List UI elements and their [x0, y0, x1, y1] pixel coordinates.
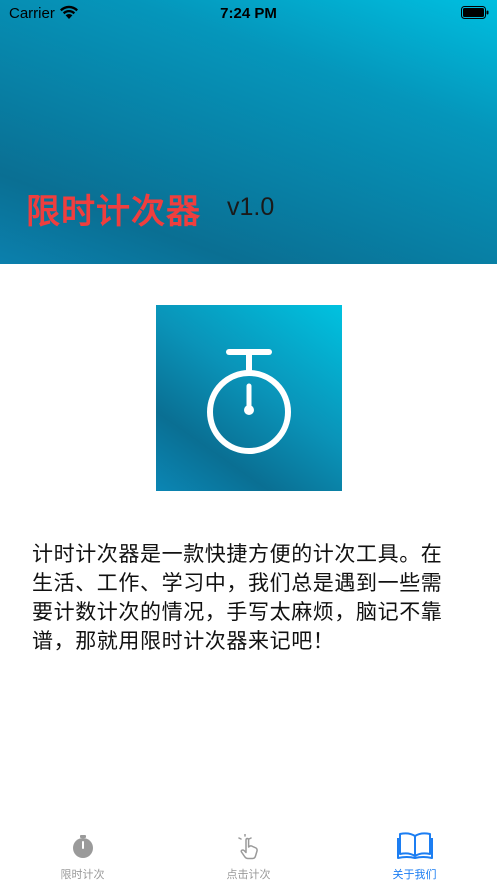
app-title: 限时计次器: [26, 192, 201, 232]
tab-label: 限时计次: [60, 868, 105, 881]
tab-timed-count[interactable]: 限时计次: [0, 826, 165, 883]
clock: 7:24 PM: [220, 5, 277, 22]
battery-icon: [461, 6, 489, 19]
tap-hand-icon: [237, 834, 258, 860]
status-bar: Carrier 7:24 PM: [0, 0, 497, 28]
app-logo: [156, 305, 342, 491]
open-book-icon: [396, 832, 433, 859]
tab-label: 关于我们: [392, 868, 437, 881]
timer-icon: [72, 835, 93, 858]
tab-tap-count[interactable]: 点击计次: [166, 826, 331, 883]
tab-bar: 限时计次 点击计次 关于我们: [0, 826, 497, 883]
tab-label: 点击计次: [226, 868, 271, 881]
app-version: v1.0: [227, 193, 275, 221]
stopwatch-icon: [207, 349, 291, 454]
tab-about-us[interactable]: 关于我们: [332, 826, 497, 883]
app-description: 计时计次器是一款快捷方便的计次工具。在生活、工作、学习中，我们总是遇到一些需要计…: [32, 542, 443, 653]
